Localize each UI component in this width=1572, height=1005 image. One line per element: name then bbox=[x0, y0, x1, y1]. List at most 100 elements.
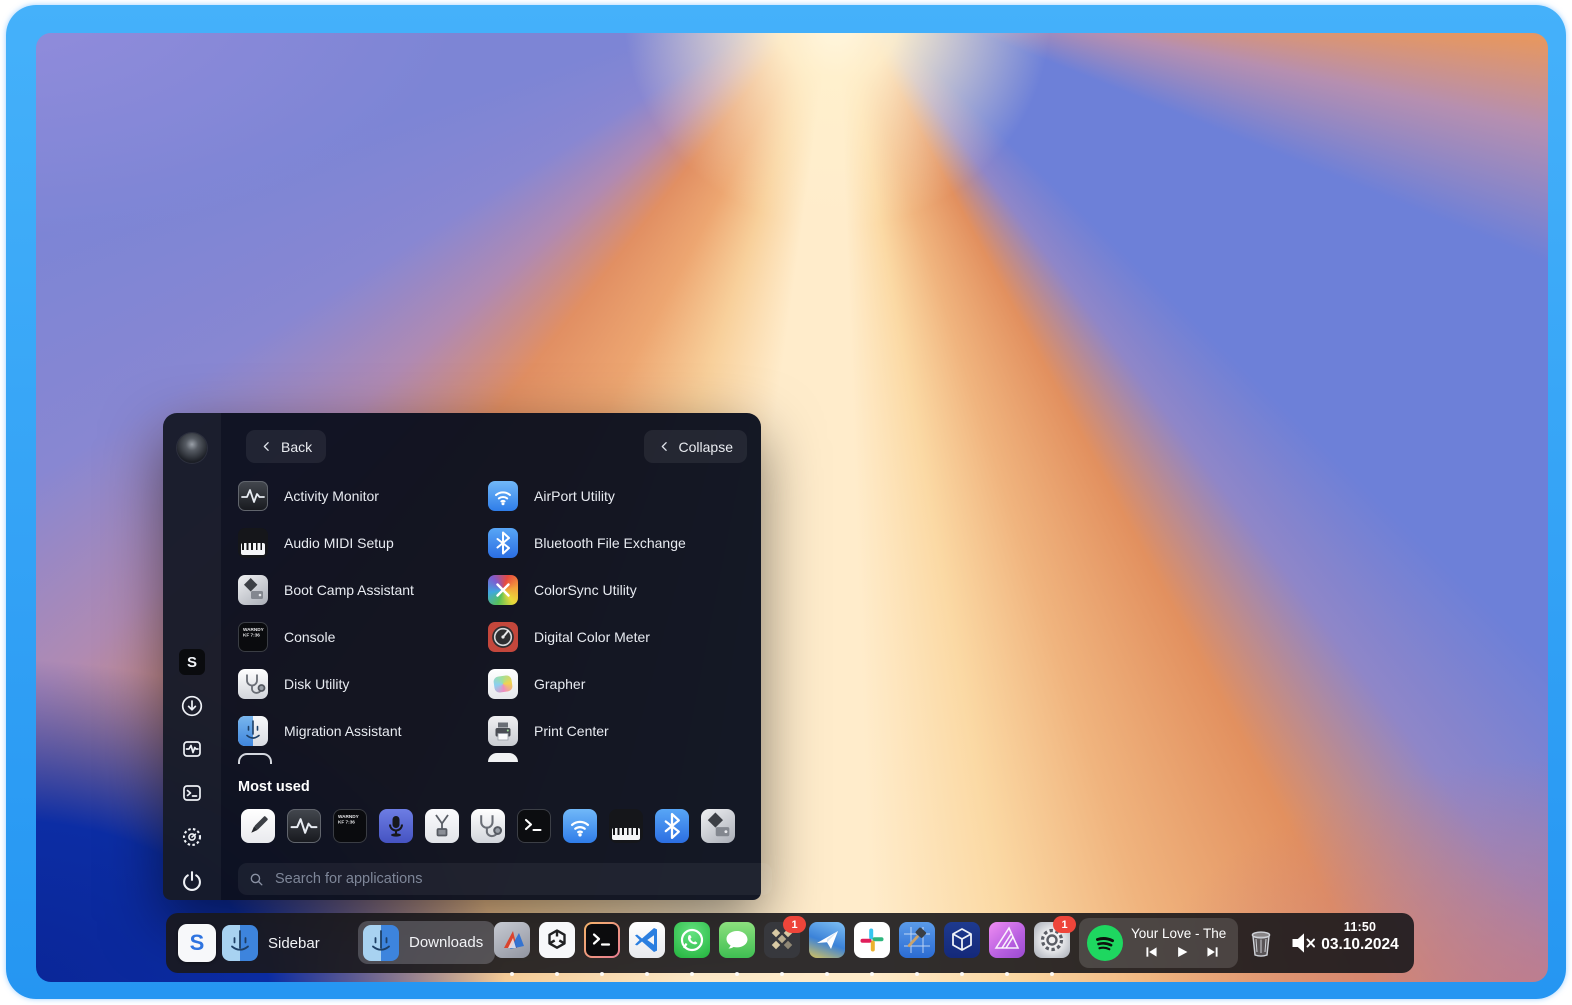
partially-visible-app-icon bbox=[238, 753, 272, 764]
running-indicator bbox=[780, 972, 784, 976]
boot-camp-assistant-icon[interactable] bbox=[701, 809, 735, 843]
back-button[interactable]: Back bbox=[246, 430, 326, 463]
partially-visible-app-icon bbox=[488, 753, 518, 762]
sidebar-label: Sidebar bbox=[268, 935, 320, 952]
running-indicator bbox=[600, 972, 604, 976]
running-indicator bbox=[555, 972, 559, 976]
terminal-icon[interactable] bbox=[517, 809, 551, 843]
running-indicator bbox=[960, 972, 964, 976]
app-row-console[interactable]: WARNDYKF 7:36 Console bbox=[238, 622, 478, 652]
play-icon[interactable] bbox=[1175, 945, 1189, 959]
audio-midi-setup-icon[interactable] bbox=[609, 809, 643, 843]
airport-utility-app-icon bbox=[488, 481, 518, 511]
dock-slack[interactable] bbox=[854, 922, 890, 958]
previous-track-icon[interactable] bbox=[1144, 945, 1159, 959]
app-label: Grapher bbox=[534, 676, 585, 692]
console-icon[interactable]: WARNDYKF 7:36 bbox=[333, 809, 367, 843]
dock-spark-mail[interactable] bbox=[809, 922, 845, 958]
sidebar-logo-icon[interactable]: S bbox=[179, 649, 205, 675]
bluetooth-file-exchange-icon[interactable] bbox=[655, 809, 689, 843]
app-label: Print Center bbox=[534, 723, 609, 739]
dock-whatsapp[interactable] bbox=[674, 922, 710, 958]
app-label: Audio MIDI Setup bbox=[284, 535, 394, 551]
app-label: Boot Camp Assistant bbox=[284, 582, 414, 598]
app-label: Migration Assistant bbox=[284, 723, 402, 739]
app-row-bluetooth-file-exchange[interactable]: Bluetooth File Exchange bbox=[488, 528, 728, 558]
running-indicator bbox=[645, 972, 649, 976]
app-row-migration-assistant[interactable]: Migration Assistant bbox=[238, 716, 478, 746]
running-indicator bbox=[690, 972, 694, 976]
collapse-label: Collapse bbox=[679, 439, 733, 455]
user-avatar[interactable] bbox=[177, 433, 207, 463]
chevron-left-icon bbox=[260, 440, 273, 453]
voice-recorder-icon[interactable] bbox=[379, 809, 413, 843]
console-app-icon: WARNDYKF 7:36 bbox=[238, 622, 268, 652]
application-search bbox=[238, 863, 772, 895]
dock-xcode[interactable] bbox=[899, 922, 935, 958]
most-used-row: WARNDYKF 7:36 bbox=[241, 809, 735, 843]
finder-icon bbox=[363, 925, 399, 961]
app-row-print-center[interactable]: Print Center bbox=[488, 716, 728, 746]
settings-gear-icon[interactable] bbox=[179, 824, 205, 850]
bluetooth-file-exchange-app-icon bbox=[488, 528, 518, 558]
app-row-digital-color-meter[interactable]: Digital Color Meter bbox=[488, 622, 728, 652]
app-row-disk-utility[interactable]: Disk Utility bbox=[238, 669, 478, 699]
dock-vscode[interactable] bbox=[629, 922, 665, 958]
terminal-icon[interactable] bbox=[179, 780, 205, 806]
app-label: Bluetooth File Exchange bbox=[534, 535, 686, 551]
app-row-grapher[interactable]: Grapher bbox=[488, 669, 728, 699]
dock-terminal[interactable] bbox=[584, 922, 620, 958]
running-indicator bbox=[825, 972, 829, 976]
clock[interactable]: 11:50 03.10.2024 bbox=[1314, 920, 1406, 954]
dock-chatgpt[interactable] bbox=[539, 922, 575, 958]
dock-affinity-photo[interactable] bbox=[989, 922, 1025, 958]
spotify-icon[interactable] bbox=[1087, 925, 1123, 961]
app-row-audio-midi-setup[interactable]: Audio MIDI Setup bbox=[238, 528, 478, 558]
grapher-app-icon bbox=[488, 669, 518, 699]
app-row-boot-camp-assistant[interactable]: Boot Camp Assistant bbox=[238, 575, 478, 605]
running-indicator bbox=[1005, 972, 1009, 976]
dock-origami-app[interactable] bbox=[494, 922, 530, 958]
sidebar-logo-letter: S bbox=[187, 654, 197, 671]
app-label: Activity Monitor bbox=[284, 488, 379, 504]
dock-cube-3d-app[interactable] bbox=[944, 922, 980, 958]
pen-document-icon[interactable] bbox=[241, 809, 275, 843]
collapse-button[interactable]: Collapse bbox=[644, 430, 747, 463]
activity-monitor-app-icon bbox=[238, 481, 268, 511]
most-used-heading: Most used bbox=[238, 779, 310, 795]
trash-icon[interactable] bbox=[1244, 925, 1278, 961]
app-row-activity-monitor[interactable]: Activity Monitor bbox=[238, 481, 478, 511]
downloads-icon[interactable] bbox=[179, 693, 205, 719]
dock-system-settings[interactable]: 1 bbox=[1034, 922, 1070, 958]
finder-sidebar-button[interactable]: Sidebar bbox=[222, 925, 320, 961]
running-indicator bbox=[1050, 972, 1054, 976]
downloads-label: Downloads bbox=[409, 934, 483, 951]
app-row-airport-utility[interactable]: AirPort Utility bbox=[488, 481, 728, 511]
launcher-panel: S Back bbox=[163, 413, 761, 900]
running-indicator bbox=[870, 972, 874, 976]
running-indicator bbox=[915, 972, 919, 976]
taskbar: S Sidebar Downloads bbox=[166, 913, 1414, 973]
activity-monitor-icon[interactable] bbox=[179, 736, 205, 762]
sidebar-logo-letter: S bbox=[190, 930, 205, 956]
search-input[interactable] bbox=[273, 870, 762, 888]
power-icon[interactable] bbox=[179, 868, 205, 894]
app-row-colorsync-utility[interactable]: ColorSync Utility bbox=[488, 575, 728, 605]
dock-messages[interactable] bbox=[719, 922, 755, 958]
digital-color-meter-app-icon bbox=[488, 622, 518, 652]
dock-tiles-app[interactable]: 1 bbox=[764, 922, 800, 958]
activity-monitor-icon[interactable] bbox=[287, 809, 321, 843]
airport-utility-icon[interactable] bbox=[563, 809, 597, 843]
notification-badge: 1 bbox=[783, 916, 806, 933]
downloads-button[interactable]: Downloads bbox=[358, 921, 495, 964]
track-title: Your Love - The bbox=[1131, 926, 1232, 943]
app-label: Digital Color Meter bbox=[534, 629, 650, 645]
print-center-app-icon bbox=[488, 716, 518, 746]
desktop-wallpaper[interactable]: S Back bbox=[36, 33, 1548, 982]
migration-assistant-app-icon bbox=[238, 716, 268, 746]
launcher-rail: S bbox=[163, 413, 221, 900]
sidebar-app-button[interactable]: S bbox=[178, 924, 216, 962]
system-information-icon[interactable] bbox=[425, 809, 459, 843]
disk-utility-icon[interactable] bbox=[471, 809, 505, 843]
next-track-icon[interactable] bbox=[1205, 945, 1220, 959]
